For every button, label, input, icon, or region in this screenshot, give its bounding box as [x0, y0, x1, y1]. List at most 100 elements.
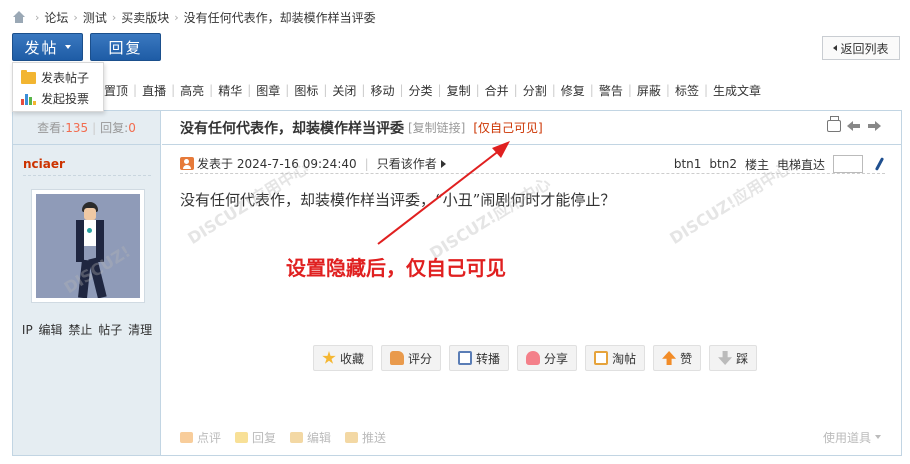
chevron-down-icon [875, 435, 881, 439]
thread-title: 没有任何代表作，却装模作样当评委 [180, 120, 404, 137]
mod-generate-article[interactable]: 生成文章 [713, 82, 761, 99]
mod-sticky[interactable]: 置顶 [104, 82, 128, 99]
mod-repair[interactable]: 修复 [561, 82, 585, 99]
print-icon[interactable] [827, 116, 841, 132]
moderation-toolbar: 置顶 | 直播 | 高亮 | 精华 | 图章 | 图标 | 关闭 | 移动 | 分类 | 复制 | … [104, 82, 762, 99]
like-button[interactable]: 赞 [653, 345, 702, 371]
reply-button[interactable]: 回复 [90, 33, 161, 61]
new-post-label: 发帖 [24, 38, 59, 57]
go-icon[interactable] [873, 157, 885, 171]
divider [23, 175, 151, 176]
mod-copy[interactable]: 复制 [447, 82, 471, 99]
caret-left-icon [833, 45, 838, 51]
back-to-list-button[interactable]: 返回列表 [822, 36, 900, 60]
replies-count: 0 [128, 120, 136, 135]
previous-thread-icon[interactable] [847, 120, 861, 132]
annotation-label: 设置隐藏后，仅自己可见 [286, 256, 506, 280]
forward-label: 转播 [476, 351, 501, 366]
mod-highlight[interactable]: 高亮 [180, 82, 204, 99]
mod-tag[interactable]: 标签 [675, 82, 699, 99]
author-online-icon [180, 157, 194, 170]
mod-digest[interactable]: 精华 [218, 82, 242, 99]
thumb-down-icon [718, 351, 733, 365]
floor-number-input[interactable] [833, 155, 863, 173]
post-footer: 点评 回复 编辑 推送 使用道具 [180, 427, 885, 447]
mod-merge[interactable]: 合并 [485, 82, 509, 99]
edit-button[interactable]: 编辑 [290, 429, 331, 446]
reply-icon [235, 431, 249, 443]
share-label: 分享 [544, 351, 569, 366]
taotie-icon [594, 351, 609, 365]
share-icon [526, 351, 541, 365]
menu-item-new-poll[interactable]: 发起投票 [13, 88, 103, 109]
next-thread-icon[interactable] [867, 120, 881, 132]
breadcrumb-separator: › [111, 10, 117, 24]
rate-button[interactable]: 评分 [381, 345, 442, 371]
author-ip-link[interactable]: IP [22, 323, 33, 337]
star-icon [322, 351, 336, 364]
post-body: 没有任何代表作，却装模作样当评委，“小丑”闹剧何时才能停止？ [180, 191, 616, 209]
breadcrumb-item[interactable]: 没有任何代表作，却装模作样当评委 [184, 9, 376, 26]
copy-link-button[interactable]: [复制链接] [408, 119, 465, 136]
btn2-link[interactable]: btn2 [709, 157, 737, 171]
push-icon [345, 431, 359, 443]
mod-move[interactable]: 移动 [370, 82, 394, 99]
breadcrumb-separator: › [35, 10, 40, 24]
use-tools-menu[interactable]: 使用道具 [823, 427, 881, 447]
avatar[interactable] [31, 189, 145, 303]
comment-button[interactable]: 点评 [180, 429, 221, 446]
replies-label: 回复: [100, 121, 129, 135]
new-post-button[interactable]: 发帖 [12, 33, 83, 61]
comment-icon [180, 431, 193, 443]
reply-post-button[interactable]: 回复 [235, 429, 276, 446]
push-label: 推送 [362, 430, 387, 445]
thread-stats: 查看: 135 | 回复: 0 [13, 111, 160, 145]
mod-classify[interactable]: 分类 [409, 82, 433, 99]
mod-icon[interactable]: 图标 [294, 82, 318, 99]
author-edit-link[interactable]: 编辑 [39, 323, 63, 337]
author-ban-link[interactable]: 禁止 [68, 323, 92, 337]
author-name[interactable]: nciaer [23, 157, 65, 171]
breadcrumb-item[interactable]: 论坛 [44, 9, 68, 26]
use-tools-label: 使用道具 [822, 430, 871, 445]
home-icon[interactable] [12, 11, 26, 23]
share-button[interactable]: 分享 [517, 345, 578, 371]
taotie-button[interactable]: 淘帖 [585, 345, 646, 371]
thumb-up-icon [662, 351, 677, 365]
breadcrumb-item[interactable]: 测试 [83, 9, 107, 26]
mod-split[interactable]: 分割 [523, 82, 547, 99]
author-clean-link[interactable]: 清理 [128, 323, 152, 337]
forward-button[interactable]: 转播 [449, 345, 510, 371]
pencil-icon [290, 431, 304, 443]
post-main: 没有任何代表作，却装模作样当评委 [复制链接] [仅自己可见] 发表于 2024… [162, 111, 901, 455]
favorite-button[interactable]: 收藏 [313, 345, 374, 371]
visibility-badge: [仅自己可见] [473, 121, 543, 135]
menu-item-new-thread[interactable]: 发表帖子 [13, 67, 103, 88]
breadcrumb-item[interactable]: 买卖版块 [121, 9, 169, 26]
author-posts-link[interactable]: 帖子 [98, 323, 122, 337]
author-admin-actions: IP 编辑 禁止 帖子 清理 [13, 321, 161, 338]
menu-item-label: 发表帖子 [41, 71, 90, 85]
menu-item-label: 发起投票 [41, 92, 90, 106]
dislike-button[interactable]: 踩 [709, 345, 758, 371]
edit-label: 编辑 [307, 430, 332, 445]
mod-stamp[interactable]: 图章 [256, 82, 280, 99]
mod-live[interactable]: 直播 [142, 82, 166, 99]
push-button[interactable]: 推送 [345, 429, 386, 446]
mod-close[interactable]: 关闭 [332, 82, 356, 99]
jump-to-floor-label: 电梯直达 [776, 157, 825, 172]
mod-warn[interactable]: 警告 [599, 82, 623, 99]
post-action-bar: 收藏 评分 转播 分享 淘帖 赞 踩 [313, 345, 758, 371]
post-meta: 发表于 2024-7-16 09:24:40 | 只看该作者 btn1 btn2… [180, 154, 885, 174]
favorite-label: 收藏 [340, 351, 365, 366]
taotie-label: 淘帖 [612, 351, 637, 366]
author-sidebar: 查看: 135 | 回复: 0 nciaer IP 编辑 禁止 帖子 清理 [13, 111, 161, 455]
bar-chart-icon [21, 93, 36, 105]
thread-title-bar: 没有任何代表作，却装模作样当评委 [复制链接] [仅自己可见] [162, 111, 901, 145]
breadcrumb-separator: › [174, 10, 179, 24]
only-author-link[interactable]: 只看该作者 [377, 155, 437, 172]
rate-icon [390, 351, 405, 365]
btn1-link[interactable]: btn1 [674, 157, 702, 171]
floor-label: 楼主 [744, 157, 769, 172]
mod-block[interactable]: 屏蔽 [637, 82, 661, 99]
